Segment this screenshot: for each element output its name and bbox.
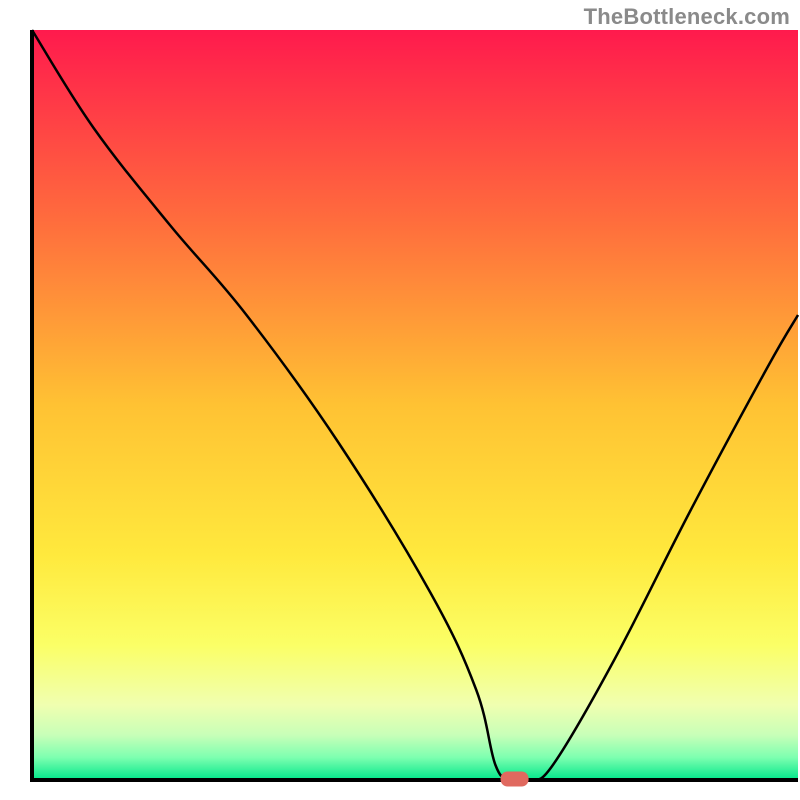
- chart-container: TheBottleneck.com: [0, 0, 800, 800]
- bottleneck-marker: [501, 772, 529, 787]
- bottleneck-chart: [0, 0, 800, 800]
- plot-background: [32, 30, 798, 780]
- watermark-text: TheBottleneck.com: [584, 4, 790, 30]
